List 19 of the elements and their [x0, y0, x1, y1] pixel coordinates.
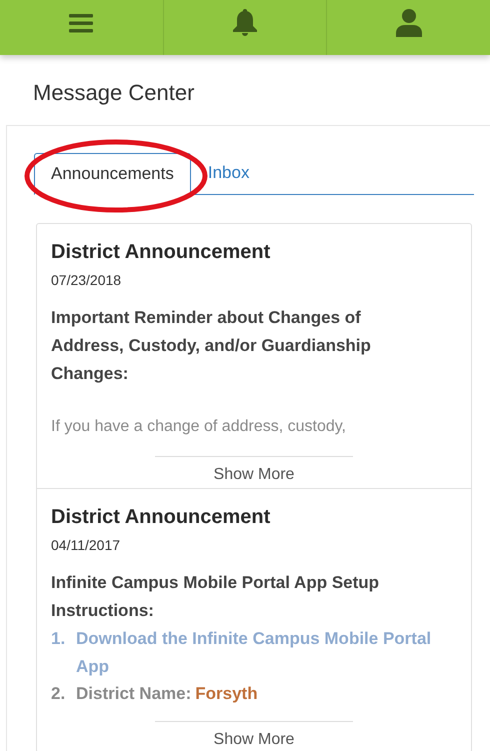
announcement-text: If you have a change of address, custody,: [51, 417, 347, 437]
announcement-title: District Announcement: [51, 505, 272, 530]
show-more-button[interactable]: Show More: [155, 721, 353, 751]
bell-icon[interactable]: [232, 8, 258, 36]
announcement-title: District Announcement: [51, 240, 272, 265]
district-name-value: Forsyth: [195, 683, 258, 705]
tab[interactable]: Announcements: [34, 153, 191, 195]
show-more-button[interactable]: Show More: [155, 456, 353, 487]
announcement-date: 07/23/2018: [51, 271, 122, 290]
announcement-heading: Infinite Campus Mobile Portal App Setup Instructions:: [51, 572, 380, 622]
announcement-date: 04/11/2017: [51, 536, 122, 555]
tab[interactable]: Inbox: [190, 152, 266, 194]
menu-icon[interactable]: [69, 12, 94, 32]
district-name-label: District Name:: [76, 683, 192, 705]
user-icon[interactable]: [396, 8, 422, 36]
announcement-heading: Important Reminder about Changes of Address, Custody, and/or Guardianship Changes:: [51, 307, 372, 385]
list-number: 1.: [51, 628, 66, 650]
page-title: Message Center: [33, 79, 196, 107]
list-number: 2.: [51, 683, 66, 705]
